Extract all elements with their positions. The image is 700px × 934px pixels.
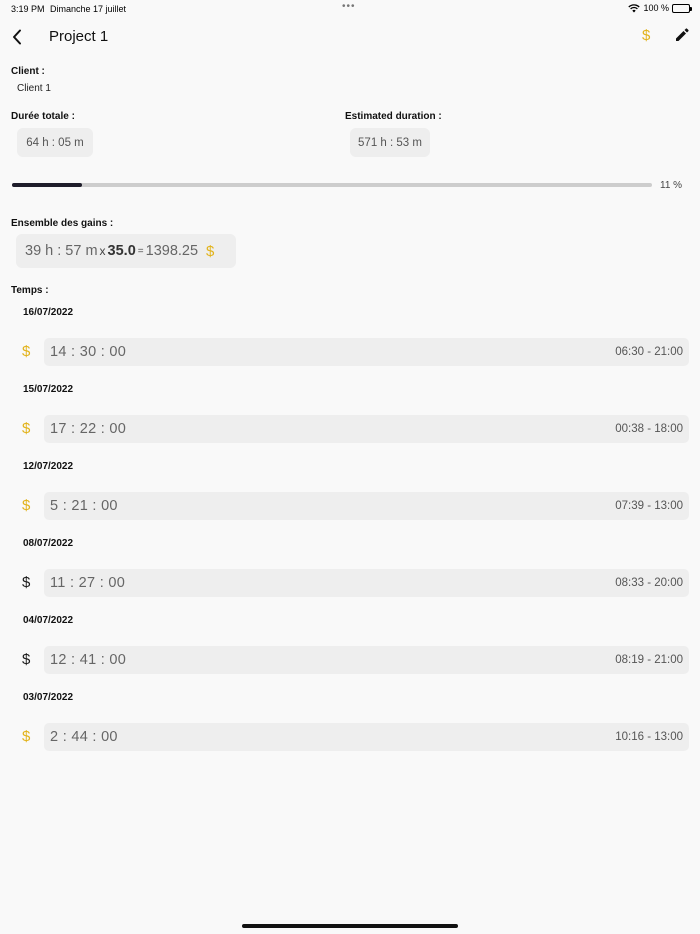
progress-bar [12, 183, 652, 187]
battery-percent: 100 % [643, 3, 669, 13]
gains-multiply-sign: x [99, 244, 106, 258]
time-entry-row[interactable]: 5 : 21 : 00 07:39 - 13:00 [44, 492, 689, 520]
gains-hourly-rate[interactable]: 35.0 [108, 243, 136, 259]
entry-duration: 12 : 41 : 00 [50, 652, 127, 668]
paid-toggle[interactable]: $ [22, 728, 30, 745]
gains-currency: $ [206, 242, 215, 260]
home-indicator[interactable] [242, 924, 458, 928]
entry-duration: 11 : 27 : 00 [50, 575, 126, 591]
entry-time-range: 00:38 - 18:00 [615, 423, 683, 435]
wifi-icon [628, 3, 641, 12]
paid-toggle[interactable]: $ [22, 497, 30, 514]
time-entry-row[interactable]: 17 : 22 : 00 00:38 - 18:00 [44, 415, 689, 443]
status-date: Dimanche 17 juillet [50, 4, 127, 14]
back-button[interactable] [8, 26, 26, 48]
entry-time-range: 07:39 - 13:00 [615, 500, 683, 512]
entry-duration: 5 : 21 : 00 [50, 498, 118, 514]
total-duration-chip: 64 h : 05 m [17, 128, 93, 157]
entry-duration: 2 : 44 : 00 [50, 729, 118, 745]
paid-toggle[interactable]: $ [22, 420, 30, 437]
time-entry-row[interactable]: 2 : 44 : 00 10:16 - 13:00 [44, 723, 689, 751]
entry-duration: 17 : 22 : 00 [50, 421, 127, 437]
client-label: Client : [11, 66, 45, 77]
gains-time: 39 h : 57 m [25, 243, 98, 259]
estimated-duration-chip[interactable]: 571 h : 53 m [350, 128, 430, 157]
time-entry-row[interactable]: 14 : 30 : 00 06:30 - 21:00 [44, 338, 689, 366]
chevron-left-icon [13, 29, 21, 45]
paid-toggle[interactable]: $ [22, 651, 30, 668]
multitasking-dots[interactable]: ••• [342, 1, 356, 12]
progress-bar-fill [12, 183, 83, 187]
paid-toggle[interactable]: $ [22, 574, 30, 591]
entry-date: 12/07/2022 [23, 461, 74, 472]
entry-time-range: 10:16 - 13:00 [615, 731, 683, 743]
gains-total: 1398.25 [145, 243, 199, 259]
progress-percent: 11 % [660, 180, 683, 191]
status-indicators: 100 % [628, 3, 692, 13]
client-value: Client 1 [17, 83, 51, 94]
entry-duration: 14 : 30 : 00 [50, 344, 127, 360]
gains-label: Ensemble des gains : [11, 218, 114, 229]
entry-date: 04/07/2022 [23, 615, 74, 626]
times-label: Temps : [11, 285, 49, 296]
page-title: Project 1 [49, 28, 109, 45]
estimated-duration-value: 571 h : 53 m [358, 136, 422, 149]
paid-toggle[interactable]: $ [22, 343, 30, 360]
edit-button[interactable] [674, 27, 692, 45]
entry-date: 08/07/2022 [23, 538, 74, 549]
navigation-bar: Project 1 $ [0, 22, 700, 52]
total-duration-value: 64 h : 05 m [26, 136, 84, 149]
pencil-icon [676, 28, 689, 41]
status-bar: 3:19 PM Dimanche 17 juillet ••• 100 % [0, 0, 700, 18]
gains-equals-sign: = [137, 245, 144, 257]
time-entry-row[interactable]: 11 : 27 : 00 08:33 - 20:00 [44, 569, 689, 597]
status-time: 3:19 PM [11, 4, 45, 14]
entry-date: 15/07/2022 [23, 384, 74, 395]
entry-date: 03/07/2022 [23, 692, 74, 703]
entry-date: 16/07/2022 [23, 307, 74, 318]
entry-time-range: 06:30 - 21:00 [615, 346, 683, 358]
battery-icon [672, 3, 692, 13]
total-duration-label: Durée totale : [11, 111, 75, 122]
gains-summary: 39 h : 57 m x 35.0 = 1398.25 $ [16, 234, 236, 268]
estimated-duration-label: Estimated duration : [345, 111, 442, 122]
entry-time-range: 08:19 - 21:00 [615, 654, 683, 666]
time-entry-row[interactable]: 12 : 41 : 00 08:19 - 21:00 [44, 646, 689, 674]
billing-dollar-button[interactable]: $ [642, 27, 650, 44]
entry-time-range: 08:33 - 20:00 [615, 577, 683, 589]
